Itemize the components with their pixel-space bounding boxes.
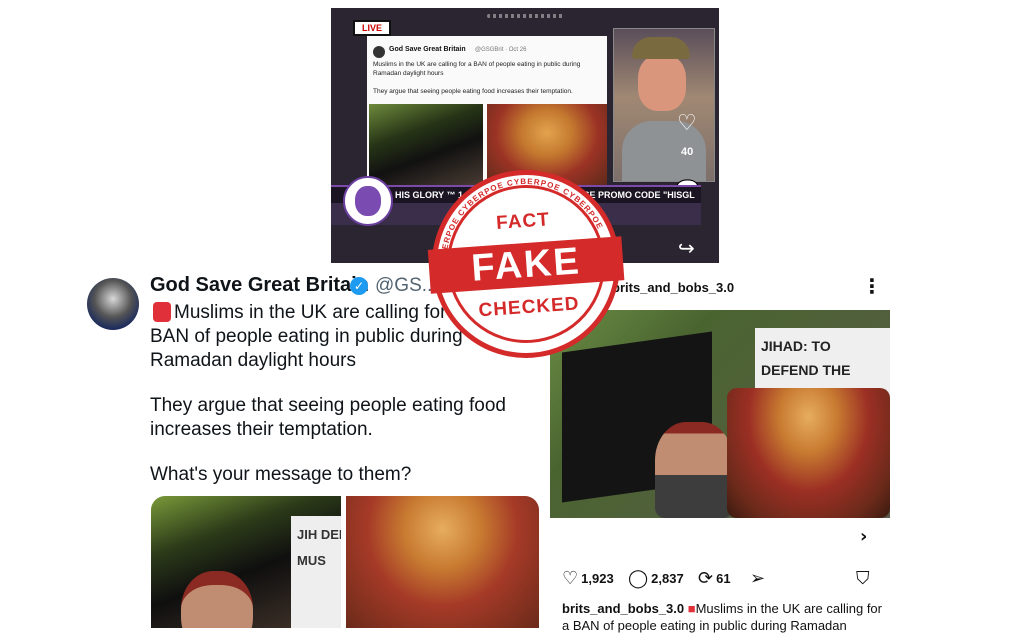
chevron-right-icon[interactable]: ›: [860, 526, 867, 547]
caption-username[interactable]: brits_and_bobs_3.0: [562, 601, 684, 616]
repost-count: 61: [716, 571, 731, 586]
man-face: [181, 571, 253, 628]
bearded-man: [655, 422, 733, 518]
comment-icon: ◯: [628, 568, 649, 589]
tweet-text: Muslims in the UK are calling for a BAN …: [150, 301, 470, 373]
embedded-author-handle: @GSGBrit · Oct 26: [475, 47, 527, 53]
tweet-paragraph-2: They argue that seeing people eating foo…: [150, 395, 506, 440]
repost-icon: ⟳: [698, 568, 714, 589]
channel-logo: [343, 176, 393, 226]
save-action[interactable]: ⛉: [856, 568, 870, 589]
like-icon[interactable]: ♡: [677, 111, 697, 136]
like-action[interactable]: ♡ 1,923: [562, 568, 614, 589]
repost-action[interactable]: ⟳ 61: [698, 568, 731, 589]
heart-icon: ♡: [562, 568, 579, 589]
host-hat: [632, 37, 690, 59]
author-name[interactable]: God Save Great Britain: [150, 274, 369, 297]
share-icon[interactable]: ↪: [678, 236, 695, 260]
post-actions: ♡ 1,923 ◯ 2,837 ⟳ 61 ➢ ⛉: [562, 568, 882, 592]
avatar: [373, 46, 385, 58]
more-options-icon[interactable]: ⋮: [862, 274, 882, 298]
embedded-author-name: God Save Great Britain: [389, 46, 466, 53]
like-count: 40: [681, 146, 694, 158]
protest-sign: JIH DEFE MUS: [291, 516, 341, 628]
comment-count: 2,837: [651, 571, 684, 586]
like-count: 1,923: [581, 571, 614, 586]
author-handle[interactable]: @GS...: [375, 275, 438, 297]
live-badge: LIVE: [353, 20, 391, 36]
drag-handle[interactable]: [487, 14, 563, 18]
host-camera-feed: [613, 28, 715, 182]
verified-icon: ✓: [350, 277, 368, 295]
embedded-tweet-text: Muslims in the UK are calling for a BAN …: [373, 61, 581, 77]
fact-check-stamp: CYBERPOE CYBERPOE CYBERPOE CYBERPOE FACT…: [425, 163, 627, 365]
tweet-image-burger[interactable]: [346, 496, 539, 628]
post-caption: brits_and_bobs_3.0 ■Muslims in the UK ar…: [562, 600, 892, 634]
bookmark-icon: ⛉: [856, 568, 870, 589]
send-action[interactable]: ➢: [750, 568, 765, 589]
avatar[interactable]: [87, 278, 139, 330]
tweet-paragraph-3: What's your message to them?: [150, 464, 412, 485]
bacon-burger: [727, 388, 890, 518]
embedded-tweet-card: God Save Great Britain @GSGBrit · Oct 26…: [367, 36, 607, 186]
lion-icon: [355, 186, 381, 216]
send-icon: ➢: [750, 568, 766, 589]
embedded-tweet-text-2: They argue that seeing people eating foo…: [373, 88, 573, 95]
siren-emoji-icon: ■: [687, 601, 696, 616]
embedded-image-protest: [369, 104, 483, 186]
comment-action[interactable]: ◯ 2,837: [628, 568, 684, 589]
post-username[interactable]: brits_and_bobs_3.0: [612, 280, 734, 295]
host-face: [638, 55, 686, 111]
tweet-image-protest[interactable]: JIH DEFE MUS: [151, 496, 341, 628]
tweet-text-body: Muslims in the UK are calling for a BAN …: [150, 302, 463, 371]
